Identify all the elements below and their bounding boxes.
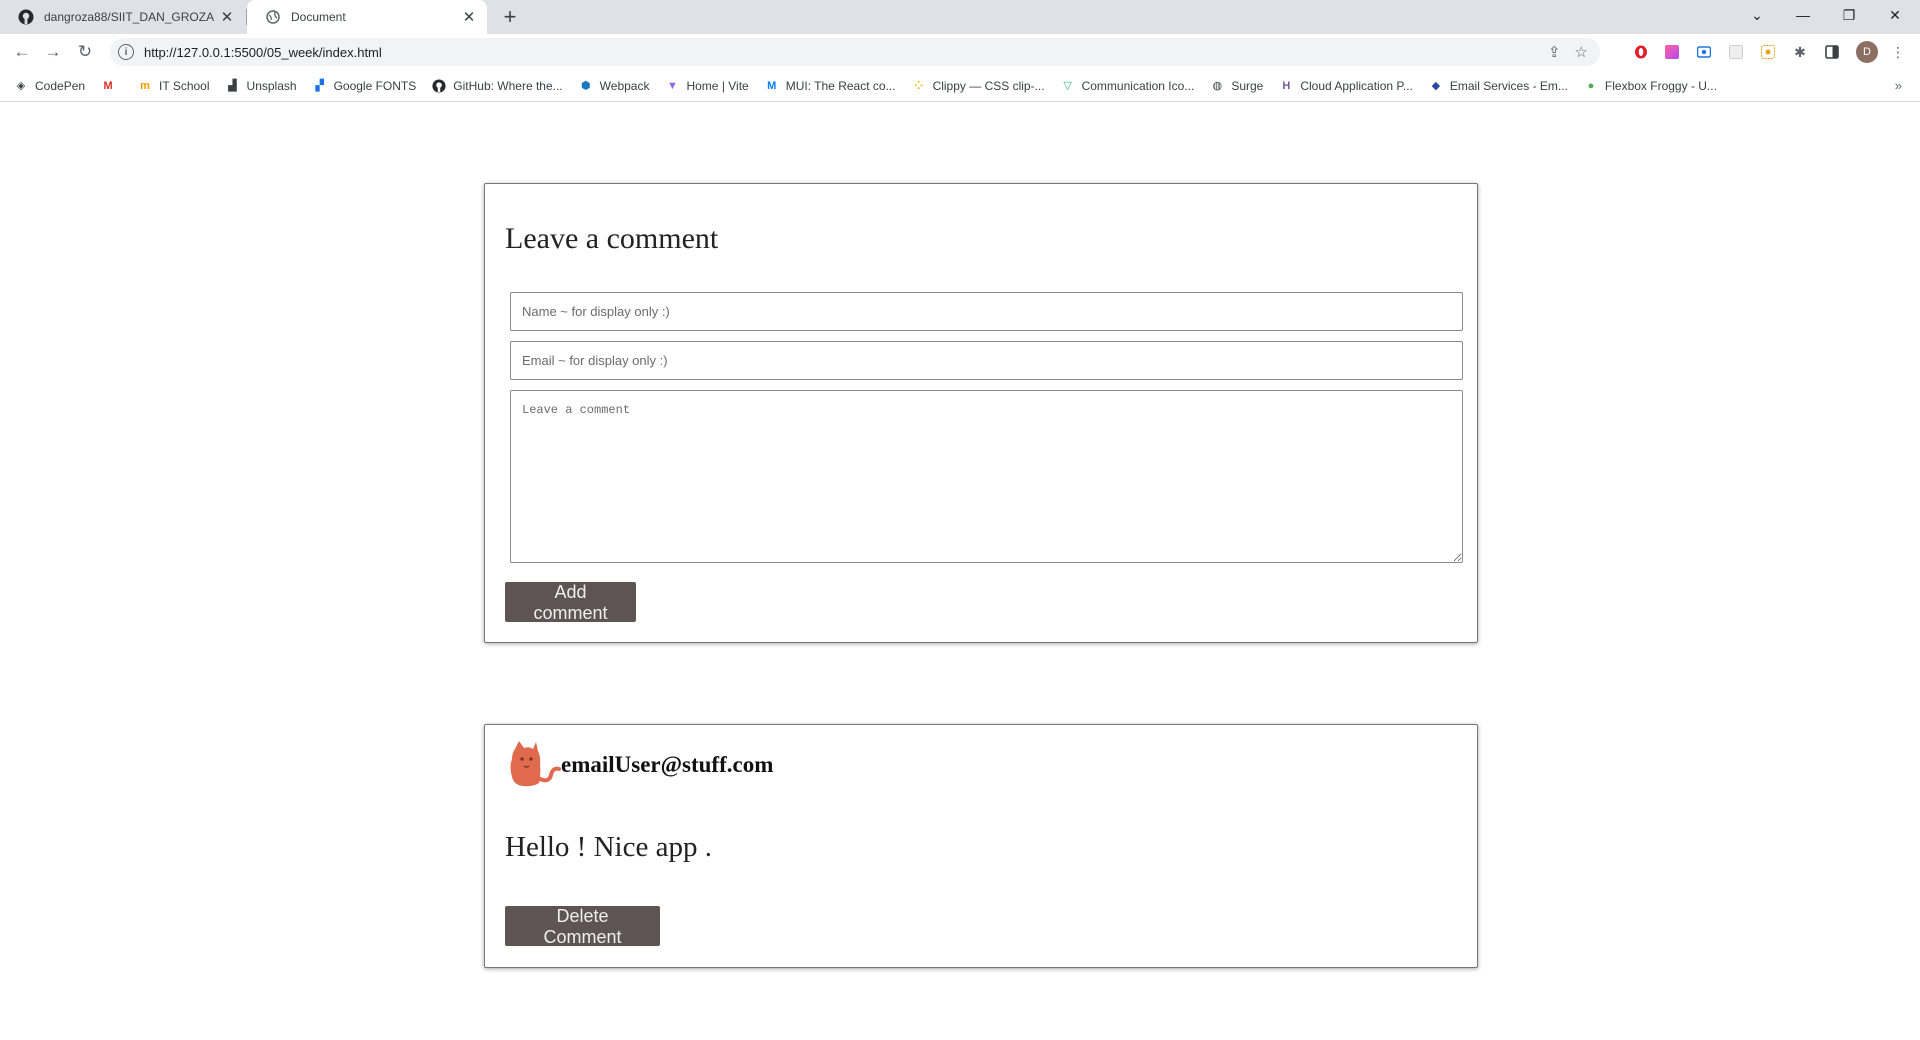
comment-header: emailUser@stuff.com [505, 739, 773, 791]
picker-extension-icon[interactable] [1760, 44, 1776, 60]
globe-icon: ◍ [1212, 80, 1223, 92]
minimize-button[interactable]: ― [1780, 0, 1826, 30]
chevron-right-double-icon[interactable]: » [1895, 78, 1902, 93]
bookmark-vite[interactable]: ▼ Home | Vite [665, 79, 749, 93]
bookmark-unsplash[interactable]: ▟ Unsplash [226, 79, 296, 93]
bookmark-clippy[interactable]: ⁘ Clippy — CSS clip-... [912, 79, 1045, 93]
bookmark-communication-icons[interactable]: ▽ Communication Ico... [1061, 79, 1194, 93]
opera-extension-icon[interactable] [1633, 44, 1649, 60]
extensions-puzzle-icon[interactable]: ✱ [1792, 44, 1808, 60]
tab-title: dangroza88/SIIT_DAN_GROZA [44, 10, 215, 24]
bookmark-codepen[interactable]: ◈ CodePen [14, 79, 85, 93]
bookmark-mui[interactable]: M MUI: The React co... [765, 79, 895, 93]
bookmark-email-services[interactable]: ◆ Email Services - Em... [1429, 79, 1568, 93]
frog-icon: ● [1587, 79, 1595, 92]
comment-card: emailUser@stuff.com Hello ! Nice app . D… [484, 724, 1478, 968]
comment-form-card: Leave a comment Add comment [484, 183, 1478, 643]
kebab-menu-icon[interactable]: ⋮ [1890, 44, 1906, 60]
comment-author-email: emailUser@stuff.com [561, 752, 774, 777]
cat-avatar-icon [510, 741, 561, 787]
close-icon[interactable]: ✕ [219, 9, 235, 26]
github-icon [432, 78, 446, 93]
bookmark-flexbox-froggy[interactable]: ● Flexbox Froggy - U... [1584, 79, 1717, 93]
tab-title: Document [291, 10, 346, 24]
google-fonts-icon: ▞ [315, 80, 324, 92]
profile-avatar[interactable]: D [1856, 41, 1878, 63]
forward-button[interactable]: → [41, 40, 65, 64]
tab-document[interactable]: Document ✕ [247, 0, 487, 34]
gmail-icon: M [103, 79, 113, 92]
tab-strip: dangroza88/SIIT_DAN_GROZA ✕ Document ✕ +… [0, 0, 1920, 34]
vite-icon: ▼ [667, 79, 678, 92]
side-panel-icon[interactable] [1824, 44, 1840, 60]
bookmark-itschool[interactable]: m IT School [138, 79, 209, 93]
close-icon[interactable]: ✕ [461, 9, 477, 26]
address-bar[interactable]: i http://127.0.0.1:5500/05_week/index.ht… [110, 38, 1600, 66]
github-icon [18, 9, 34, 25]
tab-search-icon[interactable]: ⌄ [1734, 0, 1780, 30]
unsplash-icon: ▟ [228, 80, 237, 92]
browser-toolbar: ← → ↻ i http://127.0.0.1:5500/05_week/in… [0, 34, 1920, 70]
name-input[interactable] [510, 292, 1463, 331]
delete-comment-button[interactable]: Delete Comment [505, 906, 660, 947]
form-title: Leave a comment [505, 222, 719, 255]
bookmark-star-icon[interactable]: ☆ [1575, 43, 1588, 61]
restore-button[interactable]: ❐ [1826, 0, 1872, 30]
bookmark-surge[interactable]: ◍ Surge [1210, 79, 1264, 93]
vue-icon: ▽ [1063, 80, 1072, 92]
gradient-extension-icon[interactable] [1664, 44, 1680, 60]
share-icon[interactable]: ⇪ [1548, 43, 1561, 61]
comment-textarea[interactable] [510, 390, 1463, 563]
bookmark-cloud-application[interactable]: H Cloud Application P... [1279, 79, 1413, 93]
close-window-button[interactable]: ✕ [1872, 0, 1918, 30]
back-button[interactable]: ← [10, 40, 34, 64]
bookmark-github[interactable]: GitHub: Where the... [432, 78, 563, 93]
globe-icon [265, 9, 281, 25]
url-text[interactable]: http://127.0.0.1:5500/05_week/index.html [144, 45, 382, 60]
heroku-icon: H [1282, 79, 1291, 92]
bookmark-gmail[interactable]: M [101, 79, 122, 93]
bookmark-google-fonts[interactable]: ▞ Google FONTS [313, 79, 416, 93]
info-icon[interactable]: i [118, 44, 134, 60]
blank-extension-icon[interactable] [1728, 44, 1744, 60]
add-comment-button[interactable]: Add comment [505, 582, 636, 623]
reload-button[interactable]: ↻ [73, 40, 97, 64]
webpack-icon: ⬢ [580, 80, 591, 92]
new-tab-button[interactable]: + [498, 4, 522, 29]
email-input[interactable] [510, 341, 1463, 380]
mui-icon: M [767, 79, 777, 92]
bookmarks-bar: ◈ CodePen M m IT School ▟ Unsplash ▞ Google … [0, 70, 1920, 102]
bookmark-webpack[interactable]: ⬢ Webpack [579, 79, 650, 93]
tab-github[interactable]: dangroza88/SIIT_DAN_GROZA ✕ [0, 0, 245, 34]
clippy-icon: ⁘ [913, 80, 924, 92]
screen-recorder-icon[interactable] [1696, 44, 1712, 60]
itschool-icon: m [140, 79, 150, 92]
comment-text: Hello ! Nice app . [505, 831, 712, 863]
codepen-icon: ◈ [16, 80, 26, 92]
emailjs-icon: ◆ [1431, 80, 1441, 92]
